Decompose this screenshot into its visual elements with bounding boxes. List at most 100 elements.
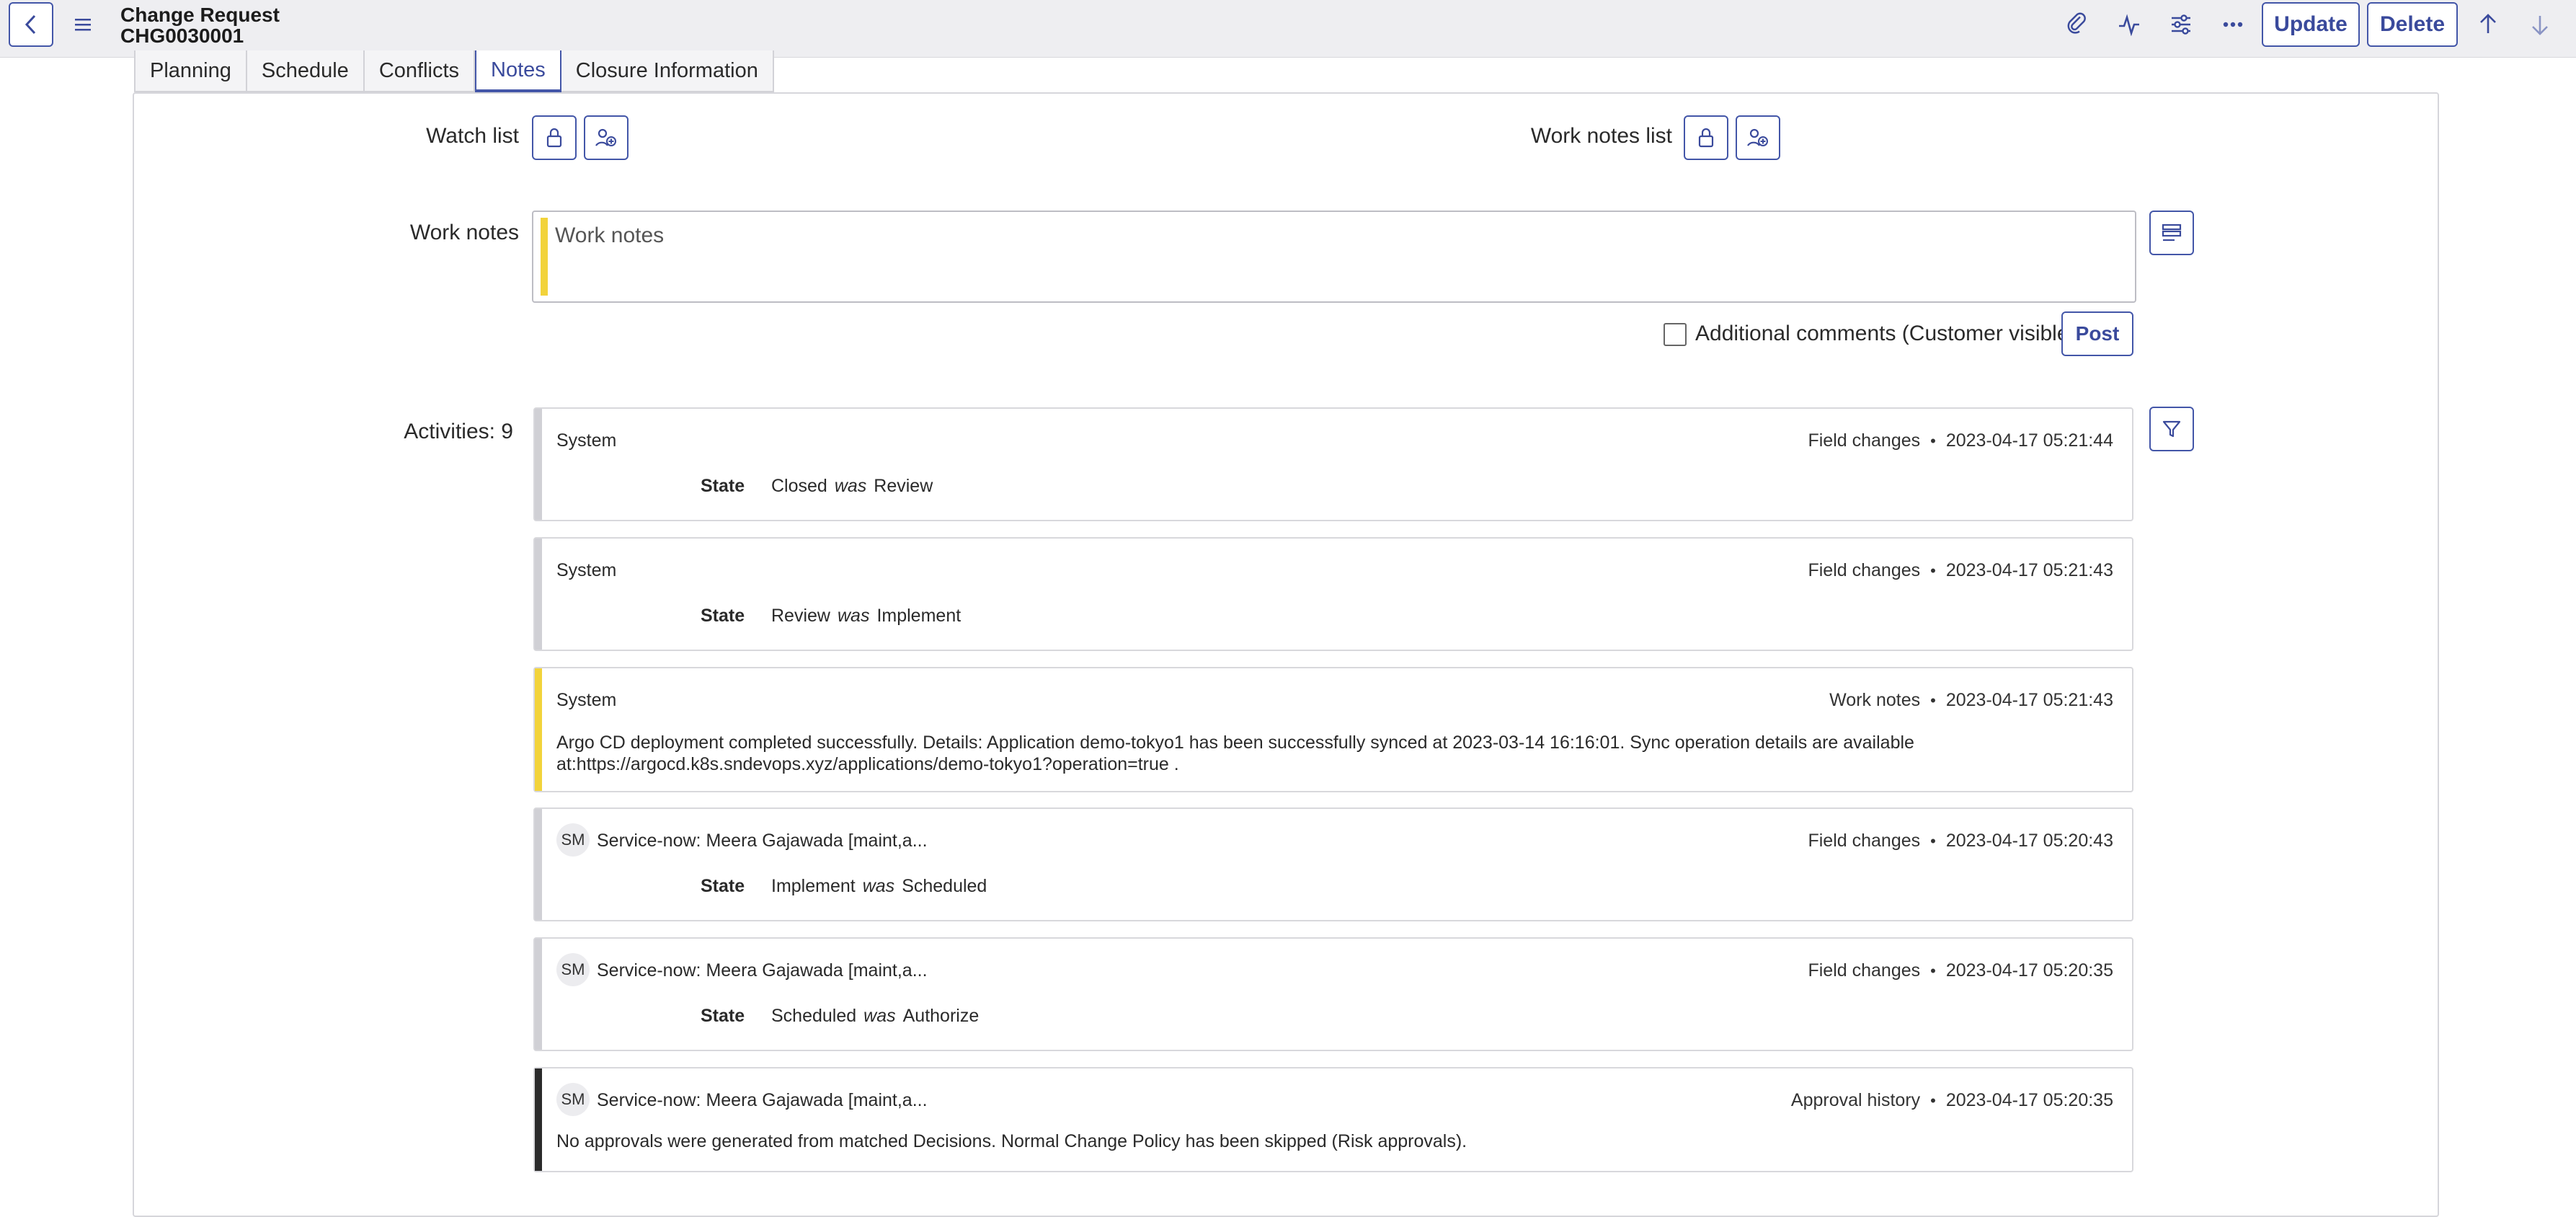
changed-field-name: State: [701, 1006, 745, 1026]
work-notes-placeholder: Work notes: [555, 224, 665, 247]
work-notes-input[interactable]: Work notes: [532, 211, 2136, 303]
activity-author: Service-now: Meera Gajawada [maint,a...: [597, 831, 928, 851]
activity-meta: Field changes • 2023-04-17 05:20:35: [1808, 960, 2113, 981]
filter-icon: [2162, 420, 2181, 438]
field-change-bar: [535, 809, 542, 920]
activity-type: Field changes: [1808, 960, 1921, 981]
form-tabs: Planning Schedule Conflicts Notes Closur…: [134, 50, 774, 94]
work-note-text-line: Argo CD deployment completed successfull…: [556, 733, 1914, 753]
avatar: SM: [556, 953, 590, 986]
activity-meta: Work notes • 2023-04-17 05:21:43: [1829, 690, 2113, 710]
update-button[interactable]: Update: [2262, 2, 2360, 47]
delete-button[interactable]: Delete: [2367, 2, 2458, 47]
activity-timestamp: 2023-04-17 05:20:35: [1945, 960, 2113, 981]
tab-conflicts[interactable]: Conflicts: [364, 50, 476, 92]
activity-card: System Field changes • 2023-04-17 05:21:44…: [533, 407, 2133, 521]
tab-schedule[interactable]: Schedule: [247, 50, 365, 92]
activity-type: Work notes: [1829, 690, 1921, 710]
lock-icon: [546, 128, 562, 148]
sliders-icon: [2172, 14, 2190, 35]
activity-author: System: [556, 560, 617, 580]
new-value: Implement: [771, 876, 856, 896]
field-change-bar: [535, 539, 542, 650]
show-journal-fields-button[interactable]: [2149, 211, 2194, 255]
field-change-values: Review was Implement: [771, 606, 961, 627]
lock-icon: [1698, 128, 1714, 148]
watch-list-add-me-button[interactable]: [584, 115, 629, 160]
activity-author: System: [556, 690, 617, 710]
changed-field-name: State: [701, 876, 745, 896]
watch-list-label: Watch list: [426, 124, 519, 148]
hamburger-menu-icon[interactable]: [72, 14, 95, 35]
old-value: Review: [874, 476, 933, 496]
activity-author: Service-now: Meera Gajawada [maint,a...: [597, 960, 928, 981]
work-note-bar: [535, 668, 542, 791]
add-user-icon: [1747, 128, 1768, 146]
additional-comments-checkbox[interactable]: [1664, 323, 1687, 346]
additional-comments-label: Additional comments (Customer visible): [1695, 322, 2077, 345]
field-change-bar: [535, 409, 542, 520]
activity-card: SM Service-now: Meera Gajawada [maint,a.…: [533, 1067, 2133, 1172]
mandatory-indicator: [541, 218, 548, 296]
activity-card: System Field changes • 2023-04-17 05:21:43…: [533, 537, 2133, 651]
new-value: Closed: [771, 476, 827, 496]
tab-planning[interactable]: Planning: [134, 50, 247, 92]
activity-stream-button[interactable]: [2115, 10, 2144, 39]
changed-field-name: State: [701, 606, 745, 626]
activity-meta: Field changes • 2023-04-17 05:20:43: [1808, 831, 2113, 851]
previous-record-button[interactable]: [2474, 10, 2502, 39]
more-icon: [2223, 22, 2243, 27]
activity-timestamp: 2023-04-17 05:20:43: [1945, 831, 2113, 851]
record-number: CHG0030001: [120, 25, 244, 47]
field-change-values: Closed was Review: [771, 476, 933, 497]
activity-type: Field changes: [1808, 831, 1921, 851]
avatar: SM: [556, 1083, 590, 1116]
work-notes-list-lock-button[interactable]: [1684, 115, 1728, 160]
field-change-values: Scheduled was Authorize: [771, 1006, 979, 1027]
next-record-button[interactable]: [2526, 10, 2554, 39]
activity-card: System Work notes • 2023-04-17 05:21:43 Ar…: [533, 667, 2133, 792]
activity-meta: Field changes • 2023-04-17 05:21:43: [1808, 560, 2113, 580]
tab-closure-information[interactable]: Closure Information: [561, 50, 774, 92]
activity-timestamp: 2023-04-17 05:21:44: [1945, 430, 2113, 451]
old-value: Implement: [876, 606, 961, 626]
activity-meta: Field changes • 2023-04-17 05:21:44: [1808, 430, 2113, 451]
new-value: Review: [771, 606, 830, 626]
activity-type: Approval history: [1790, 1090, 1921, 1110]
activity-timestamp: 2023-04-17 05:21:43: [1945, 690, 2113, 710]
activity-pulse-icon: [2119, 14, 2139, 36]
activity-meta: Approval history • 2023-04-17 05:20:35: [1790, 1090, 2113, 1110]
activity-author: System: [556, 430, 617, 451]
post-button[interactable]: Post: [2061, 311, 2133, 356]
approval-history-text: No approvals were generated from matched…: [556, 1131, 1467, 1151]
watch-list-lock-button[interactable]: [532, 115, 577, 160]
activity-type: Field changes: [1808, 430, 1921, 451]
work-notes-list-label: Work notes list: [1530, 124, 1672, 148]
tab-notes[interactable]: Notes: [475, 50, 561, 92]
approval-history-bar: [535, 1068, 542, 1171]
activity-timestamp: 2023-04-17 05:20:35: [1945, 1090, 2113, 1110]
activity-timestamp: 2023-04-17 05:21:43: [1945, 560, 2113, 580]
changed-field-name: State: [701, 476, 745, 496]
arrow-down-icon: [2532, 16, 2548, 35]
activity-filter-button[interactable]: [2149, 407, 2194, 451]
attachment-button[interactable]: [2063, 10, 2092, 39]
old-value: Authorize: [902, 1006, 980, 1026]
was-label: was: [834, 476, 867, 496]
back-icon: [25, 14, 36, 35]
activity-card: SM Service-now: Meera Gajawada [maint,a.…: [533, 937, 2133, 1051]
activity-author: Service-now: Meera Gajawada [maint,a...: [597, 1090, 928, 1110]
new-value: Scheduled: [771, 1006, 857, 1026]
old-value: Scheduled: [902, 876, 987, 896]
personalize-form-button[interactable]: [2167, 10, 2195, 39]
activity-type: Field changes: [1808, 560, 1921, 580]
add-user-icon: [595, 128, 616, 146]
activity-card: SM Service-now: Meera Gajawada [maint,a.…: [533, 807, 2133, 921]
work-notes-list-add-me-button[interactable]: [1736, 115, 1780, 160]
back-button[interactable]: [9, 2, 53, 47]
work-notes-label: Work notes: [409, 221, 519, 244]
field-change-bar: [535, 939, 542, 1050]
paperclip-icon: [2067, 12, 2086, 34]
more-options-button[interactable]: [2219, 10, 2247, 39]
activities-count: Activities: 9: [404, 420, 513, 443]
